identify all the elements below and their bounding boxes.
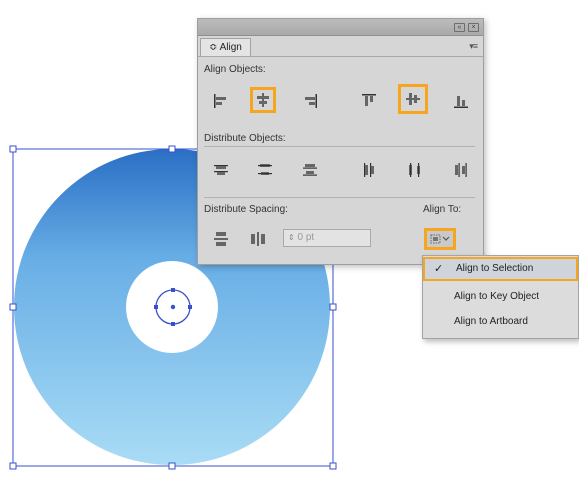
spacing-input[interactable]: ⇕ 0 pt [283, 229, 371, 247]
distribute-spacing-label: Distribute Spacing: [204, 204, 288, 215]
menu-item-label: Align to Key Object [454, 291, 540, 302]
align-to-label: Align To: [423, 204, 462, 215]
spacing-value: 0 pt [297, 232, 315, 243]
horizontal-distribute-center-icon[interactable] [402, 157, 428, 183]
panel-menu-icon[interactable]: ▾≡ [469, 41, 478, 52]
horizontal-align-right-icon[interactable] [297, 88, 323, 114]
tab-align[interactable]: ≎ Align [200, 38, 251, 56]
close-icon[interactable]: × [468, 23, 479, 32]
collapse-icon[interactable]: « [454, 23, 465, 32]
vertical-align-bottom-icon[interactable] [448, 88, 474, 114]
align-objects-label: Align Objects: [204, 64, 266, 75]
vertical-align-top-icon[interactable] [356, 88, 382, 114]
horizontal-distribute-left-icon[interactable] [356, 157, 382, 183]
menu-item-align-to-artboard[interactable]: Align to Artboard [423, 310, 578, 334]
menu-item-align-to-key-object[interactable]: Align to Key Object [423, 285, 578, 309]
panel-titlebar[interactable]: « × [198, 19, 483, 36]
separator-1 [204, 146, 475, 147]
vertical-distribute-center-icon[interactable] [252, 157, 278, 183]
menu-item-label: Align to Selection [456, 263, 534, 274]
align-to-menu: ✓ Align to Selection Align to Key Object… [422, 255, 579, 339]
horizontal-distribute-space-icon[interactable] [245, 226, 271, 252]
separator-2 [204, 197, 475, 198]
panel-tabrow: ≎ Align ▾≡ [198, 36, 483, 57]
align-to-dropdown-button[interactable] [424, 228, 456, 250]
vertical-align-center-icon[interactable] [398, 84, 428, 114]
vertical-distribute-space-icon[interactable] [208, 226, 234, 252]
spacing-stepper-icon[interactable]: ⇕ [288, 233, 295, 242]
check-icon: ✓ [434, 263, 444, 275]
distribute-objects-label: Distribute Objects: [204, 133, 286, 144]
horizontal-distribute-right-icon[interactable] [448, 157, 474, 183]
vertical-distribute-top-icon[interactable] [208, 157, 234, 183]
vertical-distribute-bottom-icon[interactable] [297, 157, 323, 183]
menu-item-align-to-selection[interactable]: ✓ Align to Selection [423, 257, 578, 281]
menu-item-label: Align to Artboard [454, 316, 528, 327]
horizontal-align-center-icon[interactable] [250, 87, 276, 113]
horizontal-align-left-icon[interactable] [208, 88, 234, 114]
align-to-selection-icon [430, 234, 450, 244]
